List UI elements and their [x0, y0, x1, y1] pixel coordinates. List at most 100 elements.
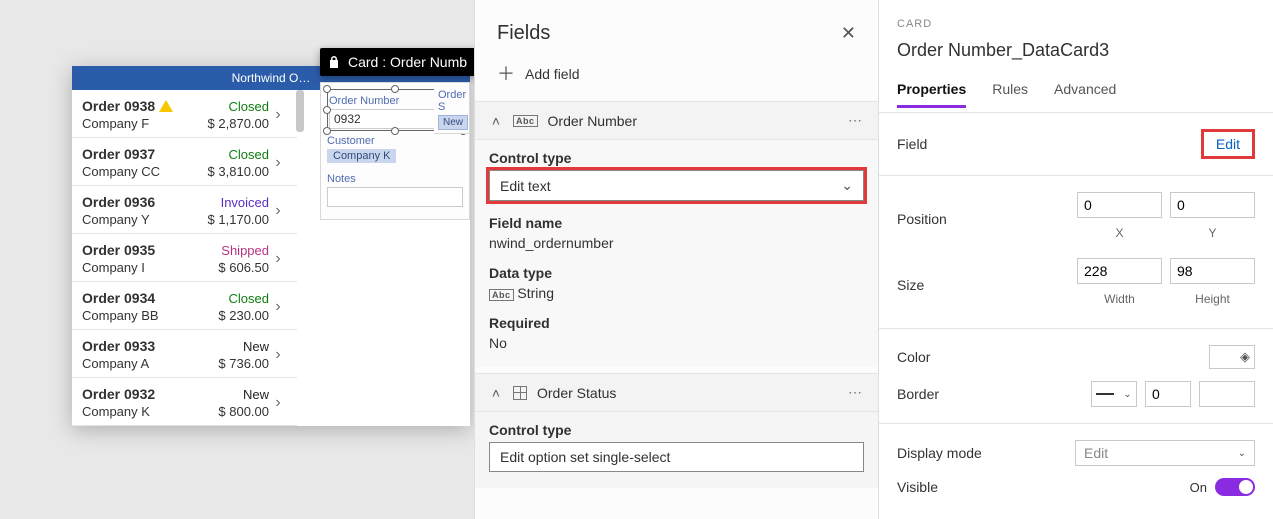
- order-status: New: [189, 387, 269, 402]
- visible-toggle[interactable]: [1215, 478, 1255, 496]
- list-item[interactable]: Order 0934 Company BBClosed $ 230.00›: [72, 282, 297, 330]
- control-type-value: Edit text: [500, 178, 551, 194]
- order-status: Closed: [189, 147, 269, 162]
- list-item[interactable]: Order 0938Company FClosed$ 2,870.00›: [72, 90, 297, 138]
- order-company: Company A: [82, 356, 189, 371]
- property-tabs: Properties Rules Advanced: [897, 81, 1255, 108]
- chevron-down-icon: ⌄: [1238, 448, 1246, 459]
- order-price: $ 736.00: [189, 356, 269, 371]
- control-type-value: Edit option set single-select: [500, 449, 670, 465]
- more-icon[interactable]: ⋯: [848, 112, 864, 129]
- card-tooltip-text: Card : Order Numb: [348, 54, 467, 70]
- visible-value: On: [1190, 480, 1207, 495]
- chevron-right-icon: ›: [269, 202, 287, 220]
- position-label: Position: [897, 211, 947, 227]
- required-value: No: [489, 335, 864, 351]
- position-y-input[interactable]: [1170, 192, 1255, 218]
- position-x-input[interactable]: [1077, 192, 1162, 218]
- status-badge-new: New: [438, 115, 468, 130]
- notes-input[interactable]: [327, 187, 463, 207]
- border-label: Border: [897, 386, 939, 402]
- form-label-order-status: Order S: [438, 89, 465, 113]
- field-group-head-order-status[interactable]: ˄ Order Status ⋯: [475, 374, 878, 412]
- required-label: Required: [489, 315, 864, 331]
- field-name-value: nwind_ordernumber: [489, 235, 864, 251]
- group-title: Order Number: [548, 113, 637, 129]
- text-type-icon: Abc: [489, 289, 514, 301]
- size-height-input[interactable]: [1170, 258, 1255, 284]
- order-price: $ 1,170.00: [189, 212, 269, 227]
- order-list: Order 0938Company FClosed$ 2,870.00›Orde…: [72, 90, 297, 426]
- fields-title: Fields: [497, 22, 550, 45]
- border-style-select[interactable]: ⌄: [1091, 381, 1137, 407]
- paint-icon: ◈: [1240, 349, 1250, 365]
- close-icon[interactable]: ✕: [841, 23, 856, 44]
- list-item[interactable]: Order 0936Company YInvoiced$ 1,170.00›: [72, 186, 297, 234]
- list-item[interactable]: Order 0932 Company KNew $ 800.00›: [72, 378, 297, 426]
- order-company: Company K: [82, 404, 189, 419]
- list-item[interactable]: Order 0933Company ANew$ 736.00›: [72, 330, 297, 378]
- order-status: Shipped: [189, 243, 269, 258]
- lock-icon: [328, 55, 340, 69]
- display-mode-select[interactable]: Edit ⌄: [1075, 440, 1255, 466]
- data-type-label: Data type: [489, 265, 864, 281]
- order-company: Company Y: [82, 212, 189, 227]
- color-label: Color: [897, 349, 930, 365]
- properties-panel: CARD Order Number_DataCard3 Properties R…: [878, 0, 1273, 519]
- data-type-value: String: [517, 285, 554, 301]
- order-status: New: [189, 339, 269, 354]
- order-title: Order 0938: [82, 98, 189, 114]
- chevron-down-icon: ⌄: [841, 177, 853, 194]
- list-item[interactable]: Order 0935Company IShipped$ 606.50›: [72, 234, 297, 282]
- control-type-select[interactable]: Edit option set single-select: [489, 442, 864, 472]
- plus-icon: ＋: [497, 65, 515, 83]
- form-label-notes: Notes: [327, 173, 463, 185]
- chevron-right-icon: ›: [269, 298, 287, 316]
- control-type-label: Control type: [489, 422, 864, 438]
- size-width-input[interactable]: [1077, 258, 1162, 284]
- color-swatch[interactable]: ◈: [1209, 345, 1255, 369]
- field-name-label: Field name: [489, 215, 864, 231]
- order-title: Order 0932: [82, 386, 189, 402]
- chevron-right-icon: ›: [269, 394, 287, 412]
- edit-field-button[interactable]: Edit: [1201, 129, 1255, 159]
- order-price: $ 230.00: [189, 308, 269, 323]
- visible-label: Visible: [897, 479, 938, 495]
- order-status: Closed: [189, 291, 269, 306]
- order-title: Order 0935: [82, 242, 189, 258]
- size-width-sublabel: Width: [1104, 292, 1135, 306]
- order-title: Order 0937: [82, 146, 189, 162]
- chevron-up-icon: ˄: [489, 385, 503, 401]
- chevron-down-icon: ⌄: [1123, 389, 1131, 400]
- size-height-sublabel: Height: [1195, 292, 1230, 306]
- border-color-swatch[interactable]: [1199, 381, 1255, 407]
- order-price: $ 800.00: [189, 404, 269, 419]
- order-status: Invoiced: [189, 195, 269, 210]
- tab-rules[interactable]: Rules: [992, 81, 1028, 108]
- order-price: $ 3,810.00: [189, 164, 269, 179]
- size-label: Size: [897, 277, 924, 293]
- order-company: Company I: [82, 260, 189, 275]
- order-company: Company F: [82, 116, 189, 131]
- field-group-order-status: ˄ Order Status ⋯ Control type Edit optio…: [475, 373, 878, 488]
- form-card-side: Order S New: [434, 82, 470, 134]
- list-item[interactable]: Order 0937Company CCClosed$ 3,810.00›: [72, 138, 297, 186]
- order-title: Order 0934: [82, 290, 189, 306]
- optionset-type-icon: [513, 386, 527, 400]
- tab-advanced[interactable]: Advanced: [1054, 81, 1116, 108]
- position-x-sublabel: X: [1115, 226, 1123, 240]
- tab-properties[interactable]: Properties: [897, 81, 966, 108]
- border-width-input[interactable]: [1145, 381, 1191, 407]
- display-mode-value: Edit: [1084, 445, 1108, 461]
- order-company: Company BB: [82, 308, 189, 323]
- more-icon[interactable]: ⋯: [848, 384, 864, 401]
- fields-panel: Fields ✕ ＋ Add field ˄ Abc Order Number …: [474, 0, 878, 519]
- display-mode-label: Display mode: [897, 445, 982, 461]
- position-y-sublabel: Y: [1208, 226, 1216, 240]
- add-field-button[interactable]: ＋ Add field: [475, 55, 878, 101]
- scrollbar[interactable]: [296, 90, 304, 132]
- field-group-head-order-number[interactable]: ˄ Abc Order Number ⋯: [475, 102, 878, 140]
- customer-chip[interactable]: Company K: [327, 149, 396, 163]
- text-type-icon: Abc: [513, 115, 538, 127]
- control-type-select[interactable]: Edit text ⌄: [489, 170, 864, 201]
